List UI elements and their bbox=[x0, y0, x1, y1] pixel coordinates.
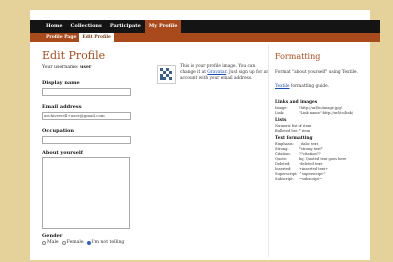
ref-row: Citation: ??citation?? bbox=[275, 152, 321, 156]
ref-row: Subscript: ~subscript~ bbox=[275, 177, 322, 181]
page-title: Edit Profile bbox=[42, 49, 106, 62]
gender-female-label: Female bbox=[66, 240, 84, 245]
links-heading: Links and images bbox=[275, 100, 318, 105]
ref-row: Inserted: +inserted text+ bbox=[275, 167, 329, 171]
gender-female-radio[interactable] bbox=[61, 240, 66, 245]
ref-row: Quote: bq. Quoted text goes here bbox=[275, 157, 347, 161]
tab-profile-page[interactable]: Profile Page bbox=[43, 33, 79, 42]
email-field[interactable]: archivewell+user@gmail.com bbox=[42, 112, 131, 120]
nav-my-profile[interactable]: My Profile bbox=[144, 20, 182, 33]
ref-row: Link: "Link name":http://url/to/link/ bbox=[275, 111, 354, 115]
column-divider bbox=[268, 45, 269, 257]
tab-edit-profile[interactable]: Edit Profile bbox=[79, 33, 114, 42]
about-textarea[interactable] bbox=[42, 157, 130, 229]
gender-not-telling-label: I'm not telling bbox=[91, 240, 125, 245]
about-label: About yourself bbox=[42, 150, 83, 156]
gravatar-link[interactable]: Gravatar bbox=[207, 70, 226, 75]
occupation-field[interactable] bbox=[42, 136, 131, 144]
username-value: user bbox=[80, 65, 92, 70]
username-prefix: Your username: bbox=[42, 65, 79, 70]
formatting-guide: Textile formatting guide. bbox=[275, 84, 330, 89]
nav-participate[interactable]: Participate bbox=[106, 20, 145, 33]
ref-row: Bulleted list: * item bbox=[275, 129, 311, 133]
email-label: Email address bbox=[42, 104, 82, 110]
nav-collections[interactable]: Collections bbox=[67, 20, 106, 33]
ref-row: Superscript: ^superscript^ bbox=[275, 172, 326, 176]
display-name-field[interactable] bbox=[42, 88, 131, 96]
gender-radio-group: Male Female I'm not telling bbox=[42, 240, 127, 245]
username-line: Your username: user bbox=[42, 65, 91, 70]
ref-row: Numeric list: # item bbox=[275, 124, 312, 128]
formatting-title: Formatting bbox=[275, 52, 321, 61]
main-nav: Home Collections Participate My Profile bbox=[30, 20, 380, 33]
lists-heading: Lists bbox=[275, 118, 287, 123]
ref-row: Emphasis: _italic text_ bbox=[275, 142, 320, 146]
display-name-label: Display name bbox=[42, 80, 80, 86]
ref-row: Image: !http://url/to/image.jpg! bbox=[275, 106, 343, 110]
avatar bbox=[157, 65, 176, 84]
text-formatting-heading: Text formatting bbox=[275, 136, 313, 141]
sub-nav: Profile Page Edit Profile bbox=[30, 33, 380, 42]
gender-male-label: Male bbox=[47, 240, 59, 245]
ref-row: Deleted: -deleted text- bbox=[275, 162, 324, 166]
avatar-description: This is your profile image. You can chan… bbox=[180, 64, 270, 81]
textile-guide-link[interactable]: Textile bbox=[275, 84, 290, 89]
nav-home[interactable]: Home bbox=[42, 20, 67, 33]
gender-male-radio[interactable] bbox=[42, 240, 46, 245]
gender-label: Gender bbox=[42, 233, 63, 239]
formatting-intro: Format "about yourself" using Textile. bbox=[275, 70, 358, 75]
occupation-label: Occupation bbox=[42, 128, 74, 134]
ref-row: Strong: *strong text* bbox=[275, 147, 323, 151]
gender-not-telling-radio[interactable] bbox=[86, 240, 91, 245]
